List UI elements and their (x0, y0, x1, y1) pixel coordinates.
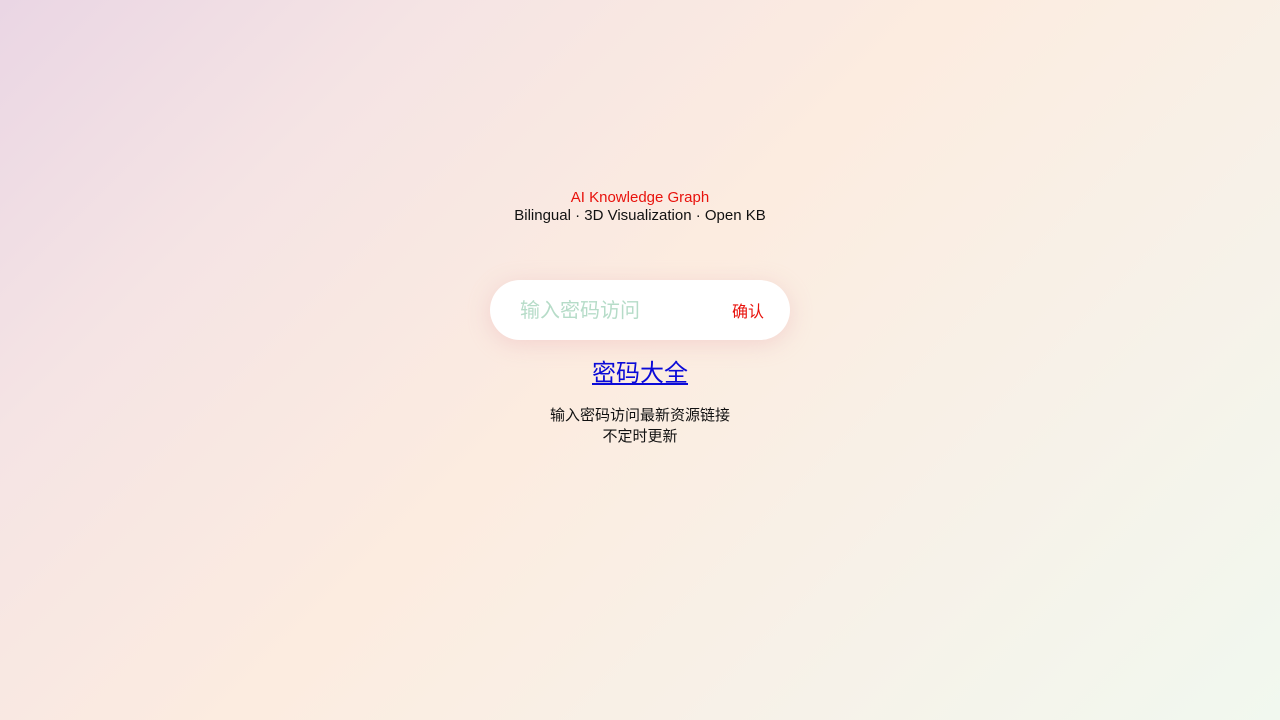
link-container: 密码大全 (0, 356, 1280, 390)
info-notes: 输入密码访问最新资源链接 不定时更新 (0, 405, 1280, 447)
header: AI Knowledge Graph Bilingual · 3D Visual… (0, 189, 1280, 225)
page-title: AI Knowledge Graph (570, 189, 710, 206)
page-subtitle: Bilingual · 3D Visualization · Open KB (514, 207, 766, 224)
note-line-1: 输入密码访问最新资源链接 (549, 406, 730, 424)
password-form: 确认 (490, 280, 790, 340)
confirm-button[interactable]: 确认 (732, 298, 764, 322)
note-line-2: 不定时更新 (602, 427, 678, 445)
password-list-link[interactable]: 密码大全 (592, 359, 688, 387)
password-input[interactable] (520, 294, 710, 326)
